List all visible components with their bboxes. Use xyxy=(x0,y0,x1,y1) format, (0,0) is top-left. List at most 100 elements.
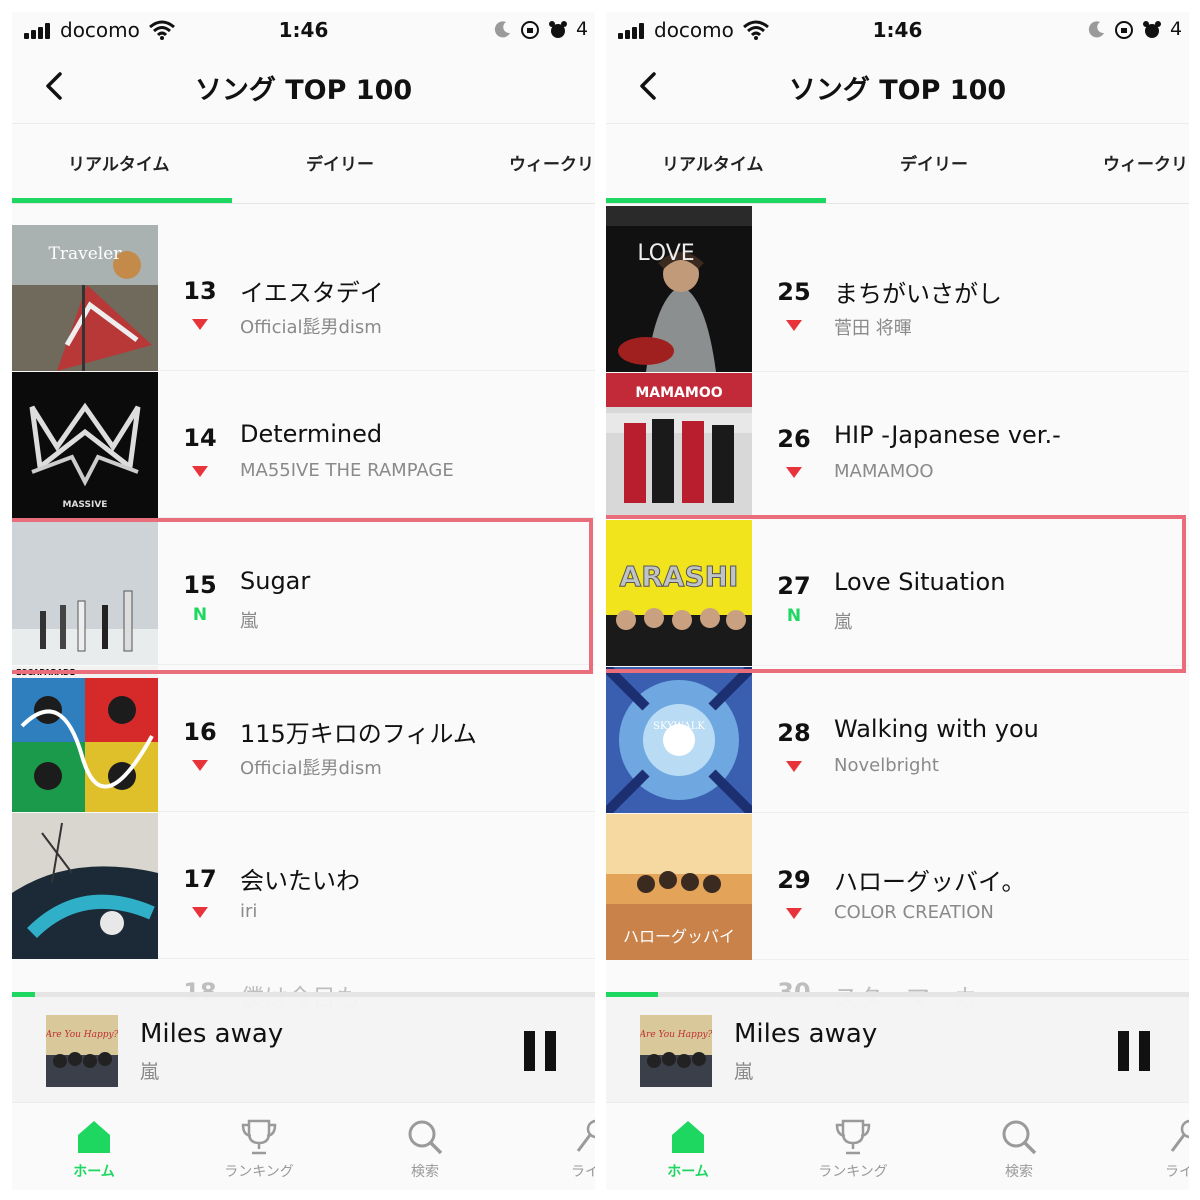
moon-icon xyxy=(494,21,510,38)
album-art: MASSIVE xyxy=(12,372,158,518)
pause-icon[interactable] xyxy=(524,1031,560,1071)
nav-live[interactable]: ライブ xyxy=(1126,1103,1189,1190)
rank-down-icon xyxy=(192,907,208,918)
song-artist: iri xyxy=(240,901,258,922)
song-title: ハローグッバイ。 xyxy=(834,868,1026,896)
rank-number: 13 xyxy=(183,277,217,305)
nav-ranking[interactable]: ランキング xyxy=(793,1103,913,1190)
tab-daily[interactable]: デイリー xyxy=(900,150,968,175)
nav-ranking[interactable]: ランキング xyxy=(199,1103,319,1190)
live-icon xyxy=(1170,1119,1189,1152)
song-artist: MAMAMOO xyxy=(834,461,934,482)
song-title: 会いたいわ xyxy=(240,867,360,895)
tab-weekly[interactable]: ウィークリ xyxy=(1103,150,1188,175)
rank-number: 26 xyxy=(777,425,811,453)
song-title: イエスタデイ xyxy=(240,279,384,307)
nav-search[interactable]: 検索 xyxy=(959,1103,1079,1190)
chart-row[interactable]: ESCAPARADE 16 115万キロのフィルム Official髭男dism xyxy=(12,666,595,812)
mini-player[interactable]: Are You Happy? Miles away 嵐 xyxy=(606,997,1189,1102)
chart-row[interactable]: 17 会いたいわ iri xyxy=(12,813,595,959)
svg-text:MASSIVE: MASSIVE xyxy=(63,500,108,510)
album-art: LOVE xyxy=(606,226,752,372)
home-icon xyxy=(78,1121,110,1153)
svg-text:LOVE: LOVE xyxy=(637,241,694,266)
song-artist: Official髭男dism xyxy=(240,758,382,779)
svg-text:Are You Happy?: Are You Happy? xyxy=(640,1030,712,1040)
status-icons: 4 xyxy=(1086,18,1189,42)
album-art: Traveler xyxy=(12,225,158,371)
nav-live[interactable]: ライブ xyxy=(532,1103,595,1190)
tab-realtime[interactable]: リアルタイム xyxy=(662,150,764,175)
song-artist: 菅田 将暉 xyxy=(834,318,912,339)
alarm-icon xyxy=(549,21,567,38)
mini-player[interactable]: Are You Happy? Miles away 嵐 xyxy=(12,997,595,1102)
status-bar: docomo 1:46 4 xyxy=(12,12,595,48)
chart-row[interactable]: ハローグッバイ 29 ハローグッバイ。 COLOR CREATION xyxy=(606,814,1189,960)
nav-label: 検索 xyxy=(411,1164,439,1180)
song-title: Determined xyxy=(240,420,383,448)
svg-text:ハローグッバイ: ハローグッバイ xyxy=(623,927,735,946)
chart-row[interactable]: LOVE 25 まちがいさがし 菅田 将暉 xyxy=(606,226,1189,372)
alarm-icon xyxy=(1143,21,1161,38)
svg-text:MAMAMOO: MAMAMOO xyxy=(635,385,722,401)
battery-level: 4 xyxy=(1170,18,1183,40)
chart-row[interactable]: MASSIVE 14 Determined MA55IVE THE RAMPAG… xyxy=(12,372,595,518)
page-title: ソング TOP 100 xyxy=(788,75,1007,106)
rank-down-icon xyxy=(192,466,208,477)
album-art: ESCAPARADE xyxy=(12,666,158,812)
svg-text:Traveler: Traveler xyxy=(49,244,123,264)
now-playing-title: Miles away xyxy=(734,1019,878,1049)
nav-search[interactable]: 検索 xyxy=(365,1103,485,1190)
song-artist: MA55IVE THE RAMPAGE xyxy=(240,460,454,481)
chart-row[interactable]: Traveler 13 イエスタデイ Official髭男dism xyxy=(12,225,595,371)
moon-icon xyxy=(1088,21,1104,38)
now-playing-artist: 嵐 xyxy=(140,1061,160,1083)
rank-number: 17 xyxy=(183,865,217,893)
rank-down-icon xyxy=(786,320,802,331)
rank-down-icon xyxy=(786,761,802,772)
pause-icon[interactable] xyxy=(1118,1031,1154,1071)
song-title: まちがいさがし xyxy=(834,280,1002,308)
song-title: 115万キロのフィルム xyxy=(240,720,477,748)
song-title: Walking with you xyxy=(834,715,1039,743)
phone-screen-right: docomo 1:46 4 ソング TOP 100 リアルタイム デイリー ウィ… xyxy=(606,12,1189,1190)
mini-player-art: Are You Happy? xyxy=(640,1015,712,1087)
tab-realtime[interactable]: リアルタイム xyxy=(68,150,170,175)
search-icon xyxy=(408,1120,443,1155)
chart-row[interactable]: MAMAMOO 26 HIP -Japanese ver.- MAMAMOO xyxy=(606,373,1189,519)
phone-screen-left: docomo 1:46 4 ソング TOP 100 リアルタイム デイリー ウィ… xyxy=(12,12,595,1190)
rank-down-icon xyxy=(786,467,802,478)
status-icons: 4 xyxy=(492,18,595,42)
nav-label: ホーム xyxy=(667,1164,709,1180)
chart-row[interactable]: SKYWALK 28 Walking with you Novelbright xyxy=(606,667,1189,813)
rotation-lock-icon xyxy=(1115,21,1133,39)
nav-label: ランキング xyxy=(818,1164,888,1180)
rank-number: 16 xyxy=(183,718,217,746)
album-art-partial xyxy=(606,206,752,226)
mini-player-art: Are You Happy? xyxy=(46,1015,118,1087)
status-bar: docomo 1:46 4 xyxy=(606,12,1189,48)
nav-label: ホーム xyxy=(73,1164,115,1180)
trophy-icon xyxy=(835,1119,871,1155)
nav-label: ライブ xyxy=(1165,1164,1189,1180)
nav-header: ソング TOP 100 xyxy=(12,48,595,124)
active-tab-indicator xyxy=(12,198,232,203)
song-title: HIP -Japanese ver.- xyxy=(834,421,1061,449)
bottom-nav: ホーム ランキング 検索 ライブ xyxy=(606,1102,1189,1190)
nav-label: ランキング xyxy=(224,1164,294,1180)
rank-number: 14 xyxy=(183,424,217,452)
tab-weekly[interactable]: ウィークリ xyxy=(509,150,594,175)
album-art: SKYWALK xyxy=(606,667,752,813)
rank-number: 29 xyxy=(777,866,811,894)
battery-level: 4 xyxy=(576,18,589,40)
trophy-icon xyxy=(241,1119,277,1155)
rank-down-icon xyxy=(192,319,208,330)
highlight-box xyxy=(12,518,593,674)
nav-header: ソング TOP 100 xyxy=(606,48,1189,124)
rank-number: 25 xyxy=(777,278,811,306)
rank-down-icon xyxy=(192,760,208,771)
page-title: ソング TOP 100 xyxy=(194,75,413,106)
nav-home[interactable]: ホーム xyxy=(34,1103,154,1190)
nav-home[interactable]: ホーム xyxy=(628,1103,748,1190)
tab-daily[interactable]: デイリー xyxy=(306,150,374,175)
